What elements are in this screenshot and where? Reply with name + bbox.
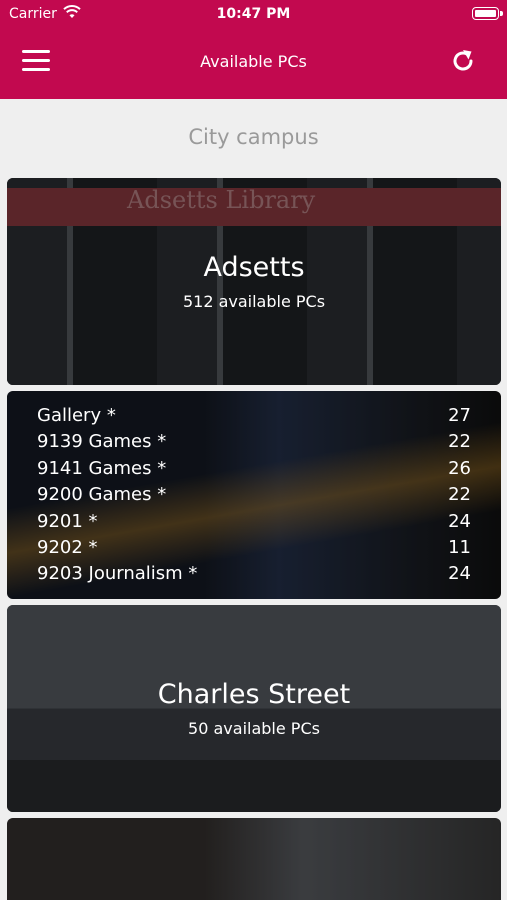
- room-name: 9200 Games *: [37, 484, 167, 506]
- room-row[interactable]: 9202 * 11: [37, 537, 471, 563]
- room-name: Gallery *: [37, 405, 116, 426]
- available-count: 50 available PCs: [188, 719, 320, 738]
- building-card-adsetts[interactable]: Adsetts Library Adsetts 512 available PC…: [7, 178, 501, 385]
- room-row[interactable]: 9203 Journalism * 24: [37, 563, 471, 589]
- building-card-next[interactable]: [7, 818, 501, 900]
- status-time: 10:47 PM: [216, 6, 291, 22]
- section-title: City campus: [188, 125, 319, 149]
- room-available-count: 24: [448, 510, 471, 532]
- room-list-card: Gallery * 27 9139 Games * 22 9141 Games * 26 9…: [7, 391, 501, 599]
- building-name: Adsetts: [203, 252, 305, 283]
- room-available-count: 22: [448, 484, 471, 506]
- room-name: 9202 *: [37, 537, 98, 558]
- page-title: Available PCs: [200, 52, 307, 71]
- room-available-count: 11: [448, 537, 471, 558]
- room-available-count: 24: [448, 563, 471, 585]
- building-name: Charles Street: [157, 679, 351, 710]
- room-name: 9201 *: [37, 510, 98, 532]
- refresh-icon[interactable]: [449, 47, 477, 75]
- room-row[interactable]: 9141 Games * 26: [37, 458, 471, 484]
- room-row[interactable]: Gallery * 27: [37, 405, 471, 431]
- room-row[interactable]: 9201 * 24: [37, 511, 471, 537]
- room-row[interactable]: 9200 Games * 22: [37, 484, 471, 510]
- room-available-count: 26: [448, 457, 471, 479]
- room-row[interactable]: 9139 Games * 22: [37, 431, 471, 457]
- room-name: 9203 Journalism *: [37, 563, 198, 585]
- room-available-count: 22: [448, 431, 471, 453]
- battery-icon: [472, 7, 499, 20]
- app-header: Carrier 10:47 PM Available PCs: [0, 0, 507, 99]
- available-count: 512 available PCs: [182, 292, 326, 311]
- building-card-charles-street[interactable]: Charles Street 50 available PCs: [7, 605, 501, 812]
- room-name: 9141 Games *: [37, 457, 167, 479]
- room-available-count: 27: [448, 405, 471, 426]
- battery-tip: [500, 11, 503, 16]
- status-bar: Carrier 10:47 PM: [0, 0, 507, 28]
- room-name: 9139 Games *: [37, 431, 167, 453]
